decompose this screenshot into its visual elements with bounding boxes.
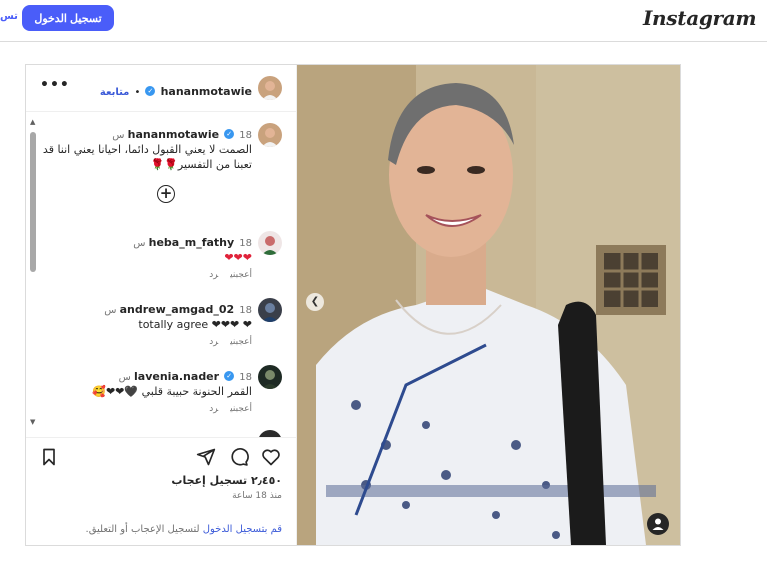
- comment-actions: أعجبني رد: [133, 270, 252, 280]
- scrollbar-thumb[interactable]: [30, 132, 36, 272]
- post-side-panel: ••• hananmotawie ✓ • متابعة ▲ ▼ hananmot…: [26, 65, 297, 545]
- user-tag-button[interactable]: [647, 513, 669, 535]
- share-icon[interactable]: [196, 447, 216, 467]
- comment-header: lavenia.nader ✓ 18 س: [92, 365, 252, 384]
- login-prompt: قم بتسجيل الدخول لتسجيل الإعجاب أو التعل…: [86, 524, 282, 535]
- verified-icon: ✓: [224, 370, 235, 381]
- comment-item: heba_m_fathy 18 س ❤❤❤ أعجبني رد: [133, 231, 252, 280]
- previous-photo-button[interactable]: ❮: [306, 293, 324, 311]
- post-author-line: hananmotawie ✓ • متابعة: [100, 80, 252, 99]
- caption-avatar[interactable]: [258, 123, 282, 147]
- commenter-avatar[interactable]: [258, 298, 282, 322]
- post-action-bar: ٢٫٤٥٠ تسجيل إعجاب منذ 18 ساعة قم بتسجيل …: [26, 437, 296, 546]
- comment-actions: أعجبني رد: [92, 404, 252, 414]
- comments-list[interactable]: ▲ ▼ hananmotawie ✓ 18 س الصمت لا يعني ال…: [26, 112, 296, 437]
- commenter-avatar-image: [258, 231, 282, 255]
- commenter-avatar[interactable]: [258, 231, 282, 255]
- likes-count[interactable]: ٢٫٤٥٠ تسجيل إعجاب: [171, 474, 282, 487]
- comment-text: totally agree ❤❤❤ ❤: [138, 318, 252, 331]
- comment-username[interactable]: andrew_amgad_02: [120, 303, 235, 316]
- caption-username[interactable]: hananmotawie: [128, 128, 219, 141]
- commenter-avatar-image: [258, 430, 282, 437]
- verified-icon: ✓: [145, 85, 156, 96]
- top-navigation-bar: Instagram تسجيل الدخول تس: [0, 0, 767, 42]
- login-prompt-link[interactable]: قم بتسجيل الدخول: [203, 524, 282, 535]
- comment-icon[interactable]: [229, 447, 249, 467]
- signup-link[interactable]: تس: [0, 11, 18, 22]
- caption-text: الصمت لا يعني القبول دائما، احيانا يعني …: [42, 143, 252, 171]
- bookmark-icon[interactable]: [39, 447, 59, 467]
- post-author-username[interactable]: hananmotawie: [161, 85, 252, 98]
- more-options-button[interactable]: •••: [40, 77, 70, 93]
- commenter-avatar[interactable]: [258, 430, 282, 437]
- commenter-avatar-image: [258, 365, 282, 389]
- caption-item: hananmotawie ✓ 18 س الصمت لا يعني القبول…: [42, 123, 252, 172]
- comment-reply-button[interactable]: رد: [209, 337, 218, 347]
- scroll-down-arrow[interactable]: ▼: [30, 418, 35, 426]
- separator-dot: •: [134, 87, 141, 98]
- login-button[interactable]: تسجيل الدخول: [22, 5, 114, 31]
- more-icon: •••: [40, 77, 70, 93]
- comment-username[interactable]: lavenia.nader: [134, 370, 219, 383]
- post-container: ❮ ••• hananmotawie ✓ • متابعة ▲ ▼ hananm…: [25, 64, 681, 546]
- follow-button[interactable]: متابعة: [100, 87, 130, 98]
- caption-avatar-image: [258, 123, 282, 147]
- user-tag-icon: [652, 518, 664, 530]
- verified-icon: ✓: [224, 128, 235, 139]
- comment-reply-button[interactable]: رد: [209, 270, 218, 280]
- comment-text: القمر الحنونة حبيبة قلبي 🖤❤❤🥰: [92, 385, 252, 398]
- post-photo[interactable]: ❮: [296, 65, 680, 545]
- comment-actions: أعجبني رد: [104, 337, 252, 347]
- commenter-avatar[interactable]: [258, 365, 282, 389]
- comment-item: andrew_amgad_02 18 س totally agree ❤❤❤ ❤…: [104, 298, 252, 347]
- author-avatar[interactable]: [258, 76, 282, 100]
- post-photo-illustration: [296, 65, 680, 545]
- comment-header: heba_m_fathy 18 س: [133, 231, 252, 250]
- comment-reply-button[interactable]: رد: [209, 404, 218, 414]
- caption-header: hananmotawie ✓ 18 س: [42, 123, 252, 142]
- plus-circle-icon[interactable]: +: [157, 185, 175, 203]
- chevron-left-icon: ❮: [310, 296, 320, 307]
- comment-header: andrew_amgad_02 18 س: [104, 298, 252, 317]
- author-avatar-image: [258, 76, 282, 100]
- comment-like-button[interactable]: أعجبني: [230, 337, 252, 347]
- comment-username[interactable]: heba_m_fathy: [149, 236, 235, 249]
- heart-icon[interactable]: [261, 447, 281, 467]
- login-prompt-text: لتسجيل الإعجاب أو التعليق.: [85, 524, 203, 535]
- comment-like-button[interactable]: أعجبني: [230, 404, 252, 414]
- comment-text: ❤❤❤: [224, 251, 252, 264]
- commenter-avatar-image: [258, 298, 282, 322]
- posted-time: منذ 18 ساعة: [232, 491, 282, 501]
- scroll-up-arrow[interactable]: ▲: [30, 118, 35, 126]
- comment-like-button[interactable]: أعجبني: [230, 270, 252, 280]
- instagram-logo[interactable]: Instagram: [643, 6, 757, 30]
- comment-item: lavenia.nader ✓ 18 س القمر الحنونة حبيبة…: [92, 365, 252, 414]
- post-header: ••• hananmotawie ✓ • متابعة: [26, 65, 296, 112]
